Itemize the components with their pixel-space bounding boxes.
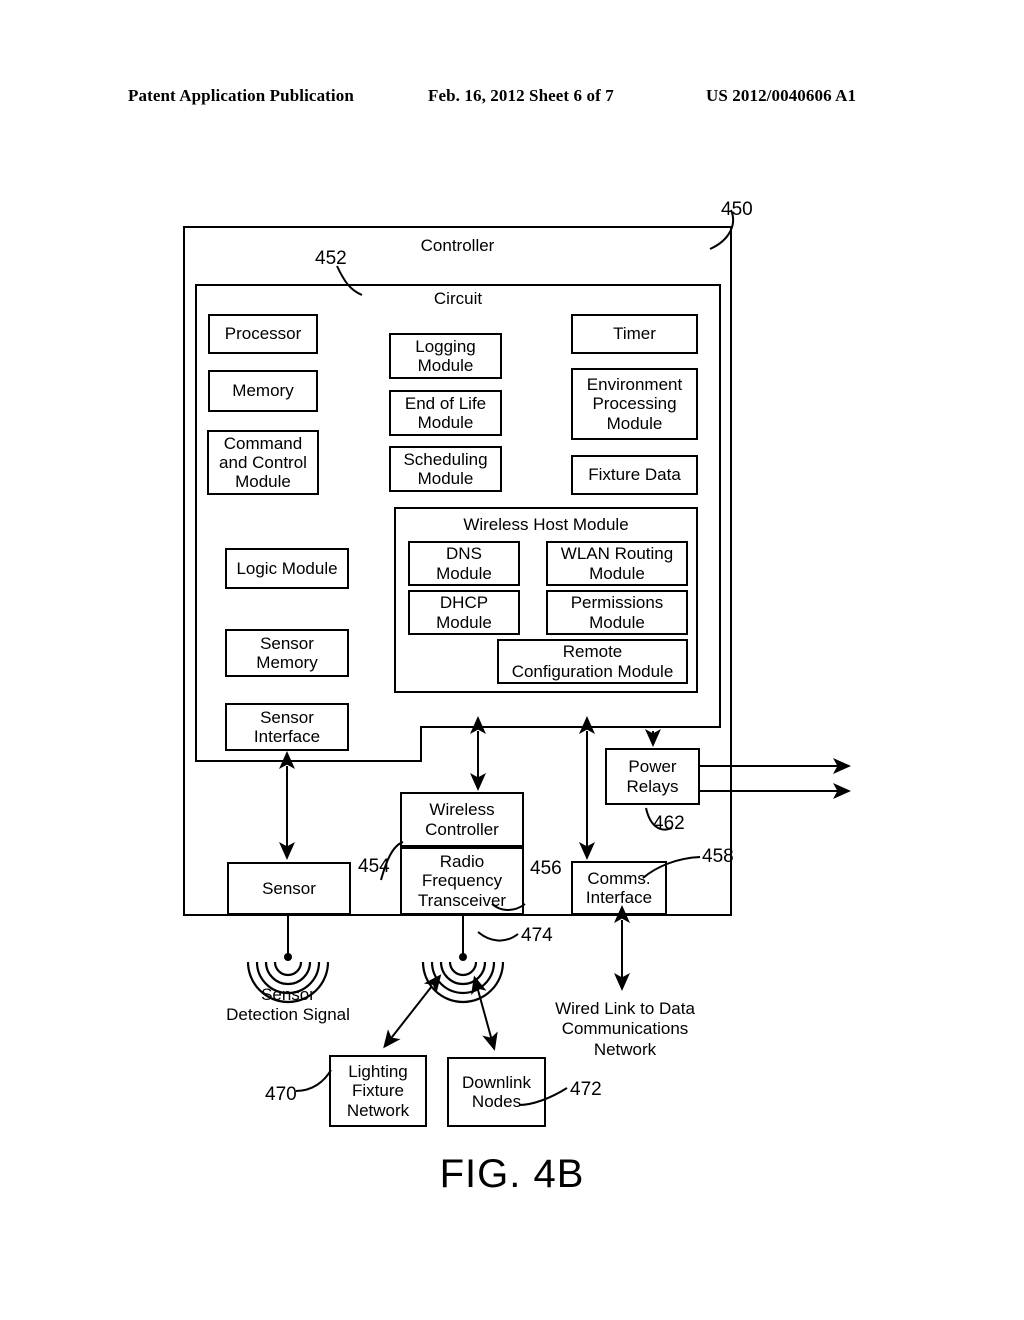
dhcp-module-box: DHCP Module: [408, 590, 520, 635]
memory-box: Memory: [208, 370, 318, 412]
sensor-antenna-dot: [284, 953, 292, 961]
timer-label: Timer: [613, 324, 656, 344]
processor-box: Processor: [208, 314, 318, 354]
comms-interface-box: Comms. Interface: [571, 861, 667, 915]
ref-470: 470: [265, 1084, 297, 1105]
radio-frequency-transceiver-label: Radio Frequency Transceiver: [417, 852, 507, 910]
ref-450: 450: [721, 199, 753, 220]
controller-title: Controller: [420, 236, 495, 255]
dhcp-module-label: DHCP Module: [436, 593, 492, 632]
logging-module-box: Logging Module: [389, 333, 502, 379]
timer-box: Timer: [571, 314, 698, 354]
command-and-control-module-label: Command and Control Module: [219, 433, 307, 492]
end-of-life-module-label: End of Life Module: [404, 393, 487, 432]
arrow-rf-to-downlink-nodes: [471, 975, 498, 1051]
logic-module-label: Logic Module: [236, 558, 338, 578]
remote-configuration-module-box: Remote Configuration Module: [497, 639, 688, 684]
environment-processing-module-box: Environment Processing Module: [571, 368, 698, 440]
ref-458: 458: [702, 846, 734, 867]
downlink-nodes-box: Downlink Nodes: [447, 1057, 546, 1127]
wlan-routing-module-box: WLAN Routing Module: [546, 541, 688, 586]
logging-module-label: Logging Module: [415, 336, 476, 375]
remote-configuration-module-label: Remote Configuration Module: [511, 642, 674, 681]
dns-module-box: DNS Module: [408, 541, 520, 586]
header-middle-text: Feb. 16, 2012 Sheet 6 of 7: [428, 86, 614, 105]
wireless-controller-box: Wireless Controller: [400, 792, 524, 847]
sensor-detection-signal-label: Sensor Detection Signal: [226, 985, 350, 1025]
sensor-box: Sensor: [227, 862, 351, 915]
circuit-title: Circuit: [433, 289, 483, 308]
scheduling-module-box: Scheduling Module: [389, 446, 502, 492]
header-left-text: Patent Application Publication: [128, 86, 354, 105]
memory-label: Memory: [232, 381, 294, 401]
ref-452: 452: [315, 248, 347, 269]
ref-454: 454: [358, 856, 390, 877]
lighting-fixture-network-label: Lighting Fixture Network: [346, 1062, 410, 1120]
rf-antenna-icon: [421, 961, 505, 1004]
permissions-module-label: Permissions Module: [570, 593, 664, 632]
processor-label: Processor: [224, 324, 302, 344]
sensor-interface-box: Sensor Interface: [225, 703, 349, 751]
figure-caption: FIG. 4B: [439, 1152, 585, 1196]
comms-interface-label: Comms. Interface: [585, 868, 653, 907]
downlink-nodes-label: Downlink Nodes: [462, 1072, 531, 1111]
wireless-host-module-title: Wireless Host Module: [463, 515, 629, 534]
header-right-text: US 2012/0040606 A1: [706, 86, 857, 105]
sensor-memory-label: Sensor Memory: [256, 633, 318, 672]
wireless-controller-label: Wireless Controller: [425, 800, 499, 839]
fixture-data-box: Fixture Data: [571, 455, 698, 495]
fixture-data-label: Fixture Data: [588, 465, 681, 485]
sensor-memory-box: Sensor Memory: [225, 629, 349, 677]
ref-456: 456: [530, 858, 562, 879]
command-and-control-module-box: Command and Control Module: [207, 430, 319, 495]
leader-470: [295, 1069, 332, 1092]
leader-474: [477, 931, 519, 942]
logic-module-box: Logic Module: [225, 548, 349, 589]
end-of-life-module-box: End of Life Module: [389, 390, 502, 436]
sensor-label: Sensor: [262, 878, 316, 898]
publication-header: Patent Application Publication Feb. 16, …: [0, 86, 1024, 110]
rf-antenna-dot: [459, 953, 467, 961]
scheduling-module-label: Scheduling Module: [403, 449, 488, 488]
wired-link-label: Wired Link to Data Communications Network: [555, 999, 695, 1059]
lighting-fixture-network-box: Lighting Fixture Network: [329, 1055, 427, 1127]
radio-frequency-transceiver-box: Radio Frequency Transceiver: [400, 847, 524, 915]
ref-462: 462: [653, 813, 685, 834]
ref-474: 474: [521, 925, 553, 946]
wlan-routing-module-label: WLAN Routing Module: [560, 544, 674, 583]
sensor-interface-label: Sensor Interface: [253, 707, 321, 746]
ref-472: 472: [570, 1079, 602, 1100]
environment-processing-module-label: Environment Processing Module: [586, 375, 683, 433]
power-relays-label: Power Relays: [626, 757, 679, 796]
dns-module-label: DNS Module: [436, 544, 492, 583]
permissions-module-box: Permissions Module: [546, 590, 688, 635]
power-relays-box: Power Relays: [605, 748, 700, 805]
